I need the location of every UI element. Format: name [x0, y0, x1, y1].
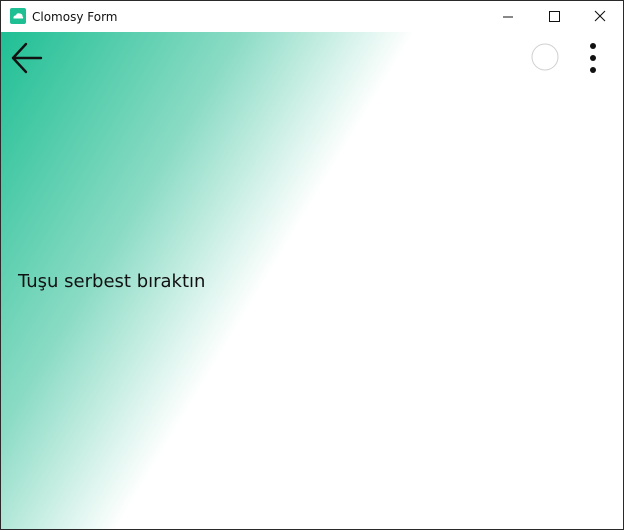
window-title: Clomosy Form	[32, 10, 118, 24]
more-options-button[interactable]	[581, 40, 605, 76]
close-icon	[594, 10, 606, 22]
status-circle-button[interactable]	[531, 43, 559, 71]
title-bar[interactable]: Clomosy Form	[1, 1, 623, 32]
close-button[interactable]	[577, 1, 623, 32]
arrow-left-icon	[11, 42, 43, 74]
status-label: Tuşu serbest bıraktın	[18, 271, 206, 292]
app-window: Clomosy Form Tuşu serbest bıraktın	[0, 0, 624, 530]
maximize-icon	[549, 11, 560, 22]
more-vertical-icon	[590, 43, 596, 73]
maximize-button[interactable]	[531, 1, 577, 32]
minimize-icon	[503, 16, 513, 18]
back-button[interactable]	[9, 40, 45, 76]
circle-icon	[531, 43, 559, 71]
form-content: Tuşu serbest bıraktın	[1, 32, 623, 529]
app-icon	[10, 8, 26, 24]
minimize-button[interactable]	[485, 1, 531, 32]
